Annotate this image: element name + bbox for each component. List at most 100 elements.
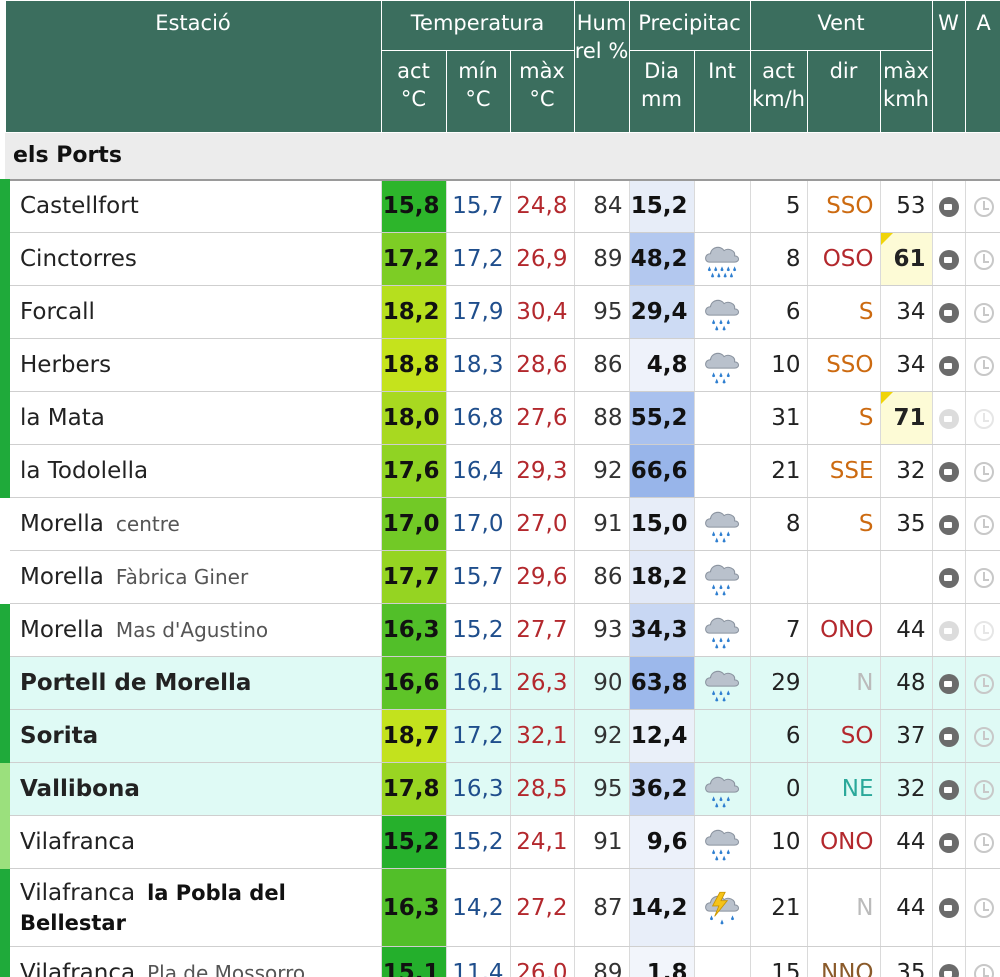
station-cell[interactable]: Vallibona <box>0 762 382 816</box>
alert-cell[interactable] <box>965 603 1000 657</box>
webcam-cell[interactable] <box>932 179 966 233</box>
alert-cell[interactable] <box>965 709 1000 763</box>
temp-max-header[interactable]: màx °C <box>509 50 575 133</box>
table-row[interactable]: Morella Mas d'Agustino 16,3 15,2 27,7 93 34,3 7… <box>0 603 1000 657</box>
station-name[interactable]: Sorita <box>20 723 98 749</box>
webcam-cell[interactable] <box>932 656 966 710</box>
table-row[interactable]: Castellfort 15,8 15,7 24,8 84 15,2 5 SSO 53 <box>0 179 1000 233</box>
webcam-cell[interactable] <box>932 815 966 869</box>
station-cell[interactable]: Vilafranca Pla de Mossorro <box>0 946 382 977</box>
station-name[interactable]: Forcall <box>20 299 95 325</box>
station-cell[interactable]: Morella Mas d'Agustino <box>0 603 382 657</box>
clock-icon[interactable] <box>973 355 994 376</box>
table-row[interactable]: Vilafranca 15,2 15,2 24,1 91 9,6 10 ONO 44 <box>0 815 1000 869</box>
station-name[interactable]: Morella <box>20 564 104 590</box>
prec-day-header[interactable]: Dia mm <box>628 50 695 133</box>
clock-icon[interactable] <box>973 726 994 747</box>
clock-icon[interactable] <box>973 832 994 853</box>
station-name[interactable]: Vilafranca <box>20 829 135 855</box>
prec-int-header[interactable]: Int <box>693 50 751 133</box>
webcam-cell[interactable] <box>932 338 966 392</box>
alert-cell[interactable] <box>965 656 1000 710</box>
station-subname[interactable]: Pla de Mossorro <box>147 961 305 977</box>
station-name[interactable]: Cinctorres <box>20 246 137 272</box>
webcam-cell[interactable] <box>932 285 966 339</box>
clock-icon[interactable] <box>973 408 994 429</box>
webcam-cell[interactable] <box>932 762 966 816</box>
station-name[interactable]: Herbers <box>20 352 111 378</box>
camera-icon[interactable] <box>938 779 959 800</box>
table-row[interactable]: Vilafranca Pla de Mossorro 15,1 11,4 26,0 89 1… <box>0 946 1000 977</box>
alert-cell[interactable] <box>965 444 1000 498</box>
clock-icon[interactable] <box>973 302 994 323</box>
station-cell[interactable]: Morella centre <box>0 497 382 551</box>
table-row[interactable]: la Todolella 17,6 16,4 29,3 92 66,6 21 SSE 32 <box>0 444 1000 498</box>
alert-cell[interactable] <box>965 815 1000 869</box>
webcam-cell[interactable] <box>932 497 966 551</box>
webcam-header[interactable]: W <box>931 0 966 133</box>
table-row[interactable]: Vallibona 17,8 16,3 28,5 95 36,2 0 NE 32 <box>0 762 1000 816</box>
webcam-cell[interactable] <box>932 444 966 498</box>
alert-cell[interactable] <box>965 285 1000 339</box>
alert-cell[interactable] <box>965 232 1000 286</box>
camera-icon[interactable] <box>938 673 959 694</box>
clock-icon[interactable] <box>973 567 994 588</box>
station-cell[interactable]: la Mata <box>0 391 382 445</box>
camera-icon[interactable] <box>938 567 959 588</box>
station-subname[interactable]: Fàbrica Giner <box>116 565 248 589</box>
camera-icon[interactable] <box>938 963 959 977</box>
station-name[interactable]: Vilafranca <box>20 880 135 906</box>
camera-icon[interactable] <box>938 196 959 217</box>
camera-icon[interactable] <box>938 461 959 482</box>
camera-icon[interactable] <box>938 355 959 376</box>
temp-act-header[interactable]: act °C <box>380 50 447 133</box>
camera-icon[interactable] <box>938 408 959 429</box>
station-name[interactable]: Morella <box>20 617 104 643</box>
station-name[interactable]: Portell de Morella <box>20 670 251 696</box>
webcam-cell[interactable] <box>932 946 966 977</box>
webcam-cell[interactable] <box>932 232 966 286</box>
alert-cell[interactable] <box>965 338 1000 392</box>
station-name[interactable]: Vilafranca <box>20 960 135 977</box>
table-row[interactable]: Morella Fàbrica Giner 17,7 15,7 29,6 86 18,2 <box>0 550 1000 604</box>
camera-icon[interactable] <box>938 249 959 270</box>
station-name[interactable]: Morella <box>20 511 104 537</box>
alert-cell[interactable] <box>965 762 1000 816</box>
station-cell[interactable]: la Todolella <box>0 444 382 498</box>
webcam-cell[interactable] <box>932 709 966 763</box>
camera-icon[interactable] <box>938 726 959 747</box>
table-row[interactable]: Cinctorres 17,2 17,2 26,9 89 48,2 8 OSO 61 <box>0 232 1000 286</box>
alert-cell[interactable] <box>965 391 1000 445</box>
station-cell[interactable]: Cinctorres <box>0 232 382 286</box>
table-row[interactable]: Herbers 18,8 18,3 28,6 86 4,8 10 SSO 34 <box>0 338 1000 392</box>
table-row[interactable]: Vilafranca la Pobla del Bellestar 16,3 14,2… <box>0 868 1000 947</box>
station-name[interactable]: la Todolella <box>20 458 148 484</box>
alert-cell[interactable] <box>965 179 1000 233</box>
wind-dir-header[interactable]: dir <box>806 50 881 133</box>
alert-cell[interactable] <box>965 868 1000 947</box>
station-cell[interactable]: Forcall <box>0 285 382 339</box>
webcam-cell[interactable] <box>932 603 966 657</box>
station-cell[interactable]: Vilafranca <box>0 815 382 869</box>
camera-icon[interactable] <box>938 832 959 853</box>
station-cell[interactable]: Vilafranca la Pobla del Bellestar <box>0 868 382 947</box>
station-name[interactable]: la Mata <box>20 405 105 431</box>
camera-icon[interactable] <box>938 898 959 918</box>
clock-icon[interactable] <box>973 898 994 918</box>
clock-icon[interactable] <box>973 673 994 694</box>
wind-max-header[interactable]: màx kmh <box>879 50 933 133</box>
camera-icon[interactable] <box>938 302 959 323</box>
clock-icon[interactable] <box>973 514 994 535</box>
station-cell[interactable]: Herbers <box>0 338 382 392</box>
clock-icon[interactable] <box>973 461 994 482</box>
alert-cell[interactable] <box>965 497 1000 551</box>
clock-icon[interactable] <box>973 196 994 217</box>
webcam-cell[interactable] <box>932 391 966 445</box>
alert-cell[interactable] <box>965 946 1000 977</box>
station-name[interactable]: Castellfort <box>20 193 139 219</box>
clock-icon[interactable] <box>973 963 994 977</box>
station-header[interactable]: Estació <box>4 0 382 133</box>
table-row[interactable]: Sorita 18,7 17,2 32,1 92 12,4 6 SO 37 <box>0 709 1000 763</box>
temp-min-header[interactable]: mín °C <box>445 50 511 133</box>
clock-icon[interactable] <box>973 620 994 641</box>
